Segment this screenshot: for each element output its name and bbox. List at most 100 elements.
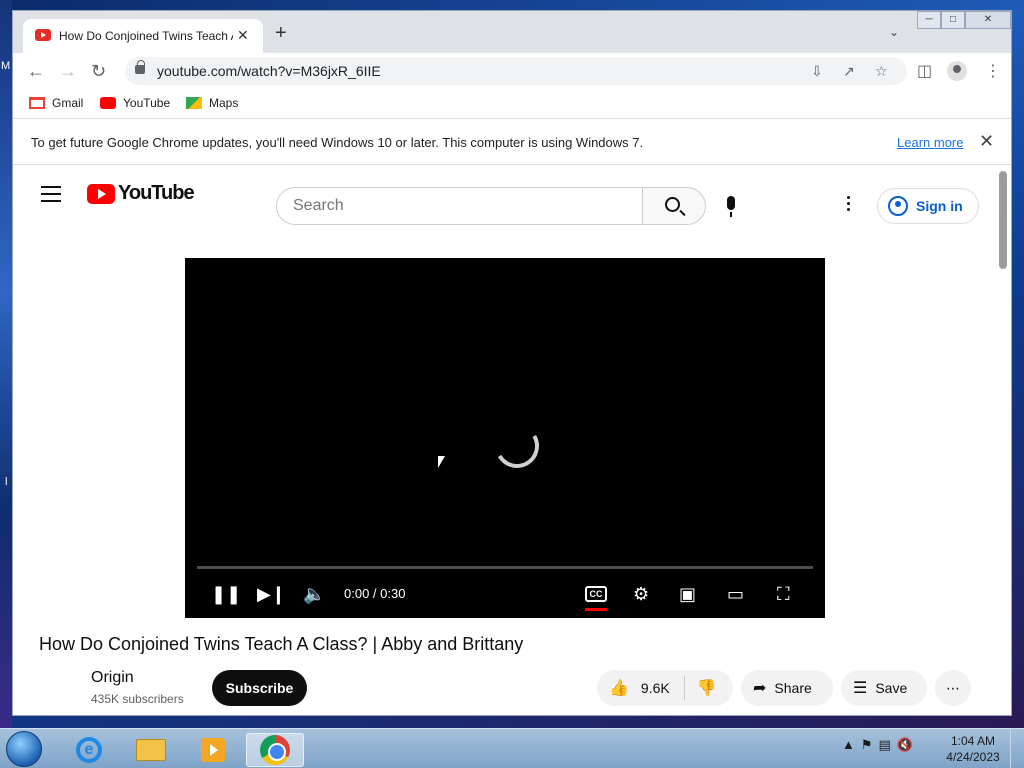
internet-explorer-icon: e: [76, 737, 102, 763]
show-desktop-button[interactable]: [1010, 729, 1024, 768]
youtube-favicon-icon: [35, 29, 51, 41]
action-center-flag-icon[interactable]: ⚑: [861, 737, 873, 753]
youtube-icon: [100, 97, 116, 109]
chrome-window: How Do Conjoined Twins Teach A Class? | …: [12, 10, 1012, 716]
clock-time: 1:04 AM: [950, 734, 996, 748]
sign-in-button[interactable]: Sign in: [877, 188, 979, 224]
thumbs-up-icon[interactable]: 👍: [609, 678, 629, 698]
close-window-button[interactable]: ✕: [965, 11, 1011, 29]
playlist-add-icon: ☰: [853, 680, 868, 697]
window-controls: ─ □ ✕: [917, 11, 1011, 29]
desktop-edge-text-bottom: l: [5, 476, 8, 488]
search-button[interactable]: [642, 187, 706, 225]
infobar-message: To get future Google Chrome updates, you…: [31, 135, 644, 150]
bookmark-maps[interactable]: Maps: [186, 96, 238, 110]
tab-youtube-video[interactable]: How Do Conjoined Twins Teach A Class? | …: [23, 19, 263, 53]
bookmark-gmail[interactable]: Gmail: [29, 96, 83, 110]
share-button[interactable]: ➦ Share: [741, 670, 833, 706]
maps-icon: [186, 97, 202, 109]
like-divider: [683, 676, 685, 700]
chrome-icon: [260, 735, 290, 765]
learn-more-link[interactable]: Learn more: [897, 135, 963, 150]
settings-gear-icon[interactable]: ⚙: [633, 584, 649, 605]
bookmark-label: Gmail: [52, 96, 84, 110]
bookmark-star-icon[interactable]: ☆: [875, 63, 888, 80]
reload-icon[interactable]: ↻: [91, 61, 106, 81]
address-bar[interactable]: youtube.com/watch?v=M36jxR_6IIE ⇩ ↗ ☆: [125, 57, 907, 85]
mouse-cursor-icon: [438, 456, 445, 468]
bookmarks-bar: Gmail YouTube Maps: [13, 89, 1011, 119]
next-video-icon[interactable]: ▶❙: [257, 584, 286, 605]
taskbar-clock[interactable]: 1:04 AM 4/24/2023: [944, 733, 1002, 765]
folder-icon: [136, 739, 166, 761]
youtube-page: YouTube Sign in ❚❚ ▶❙ 🔈 0:00 / 0:30 CC ⚙…: [13, 166, 1011, 716]
browser-toolbar: ← → ↻ youtube.com/watch?v=M36jxR_6IIE ⇩ …: [13, 53, 1011, 89]
side-panel-icon[interactable]: ◫: [917, 61, 932, 81]
thumbs-down-icon[interactable]: 👎: [697, 678, 717, 698]
youtube-logo[interactable]: YouTube: [87, 182, 195, 205]
start-button[interactable]: [6, 731, 42, 767]
taskbar-file-explorer[interactable]: [122, 733, 180, 767]
windows-taskbar: e ▲ ⚑ ▤ 🔇 1:04 AM 4/24/2023: [0, 728, 1024, 768]
search-box[interactable]: [276, 187, 643, 225]
url-text[interactable]: youtube.com/watch?v=M36jxR_6IIE: [157, 63, 381, 79]
page-scrollbar[interactable]: [999, 171, 1007, 269]
settings-kebab-icon[interactable]: [847, 196, 851, 214]
chrome-menu-icon[interactable]: ⋮: [985, 61, 1001, 81]
bookmark-label: YouTube: [123, 96, 171, 110]
sign-in-label: Sign in: [916, 198, 963, 214]
bookmark-label: Maps: [209, 96, 239, 110]
tab-search-chevron-icon[interactable]: ⌄: [889, 25, 899, 39]
volume-muted-icon[interactable]: 🔇: [897, 737, 913, 753]
system-tray: ▲ ⚑ ▤ 🔇: [842, 737, 913, 753]
bookmark-youtube[interactable]: YouTube: [100, 96, 170, 110]
infobar-close-icon[interactable]: ✕: [979, 131, 994, 152]
miniplayer-icon[interactable]: ▣: [679, 584, 696, 605]
like-count[interactable]: 9.6K: [641, 680, 670, 696]
update-infobar: To get future Google Chrome updates, you…: [13, 119, 1011, 165]
search-icon: [665, 197, 680, 212]
description-box-edge: [41, 715, 975, 716]
theater-mode-icon[interactable]: ▭: [727, 584, 744, 605]
hamburger-menu-icon[interactable]: [41, 186, 61, 207]
desktop-edge-text-top: M: [1, 60, 11, 72]
share-page-icon[interactable]: ↗: [843, 63, 855, 80]
minimize-button[interactable]: ─: [917, 11, 941, 29]
new-tab-button[interactable]: +: [275, 23, 287, 43]
volume-icon[interactable]: 🔈: [303, 584, 325, 605]
time-display: 0:00 / 0:30: [344, 586, 406, 601]
fullscreen-icon[interactable]: ⛶: [777, 584, 790, 605]
share-label: Share: [774, 680, 812, 696]
tab-title: How Do Conjoined Twins Teach A Class? | …: [59, 29, 233, 43]
taskbar-internet-explorer[interactable]: e: [60, 733, 118, 767]
channel-name[interactable]: Origin: [91, 669, 134, 687]
subscriber-count: 435K subscribers: [91, 692, 184, 706]
network-icon[interactable]: ▤: [879, 737, 891, 753]
save-button[interactable]: ☰ Save: [841, 670, 927, 706]
tab-strip: How Do Conjoined Twins Teach A Class? | …: [13, 11, 1011, 53]
lock-icon[interactable]: [135, 60, 145, 74]
subscribe-button[interactable]: Subscribe: [212, 670, 307, 706]
maximize-button[interactable]: □: [941, 11, 965, 29]
youtube-play-logo-icon: [87, 183, 115, 204]
taskbar-media-player[interactable]: [184, 733, 242, 767]
microphone-icon[interactable]: [727, 196, 735, 217]
pause-icon[interactable]: ❚❚: [211, 584, 241, 605]
back-arrow-icon[interactable]: ←: [27, 61, 45, 81]
youtube-wordmark: YouTube: [118, 182, 195, 204]
video-player[interactable]: ❚❚ ▶❙ 🔈 0:00 / 0:30 CC ⚙ ▣ ▭ ⛶: [185, 258, 825, 618]
search-input[interactable]: [293, 197, 623, 215]
taskbar-chrome[interactable]: [246, 733, 304, 767]
install-app-icon[interactable]: ⇩: [811, 63, 823, 80]
more-actions-icon[interactable]: ⋯: [935, 670, 971, 706]
progress-bar[interactable]: [197, 566, 813, 569]
tab-close-icon[interactable]: ✕: [237, 27, 249, 44]
profile-avatar-icon[interactable]: [947, 61, 967, 81]
like-dislike-group: 👍 9.6K 👎: [597, 670, 733, 706]
gmail-icon: [29, 97, 45, 109]
captions-button[interactable]: CC: [585, 586, 607, 611]
video-title: How Do Conjoined Twins Teach A Class? | …: [39, 634, 524, 654]
loading-spinner-icon: [490, 419, 544, 473]
show-hidden-icons-icon[interactable]: ▲: [842, 737, 855, 753]
forward-arrow-icon[interactable]: →: [59, 61, 77, 81]
